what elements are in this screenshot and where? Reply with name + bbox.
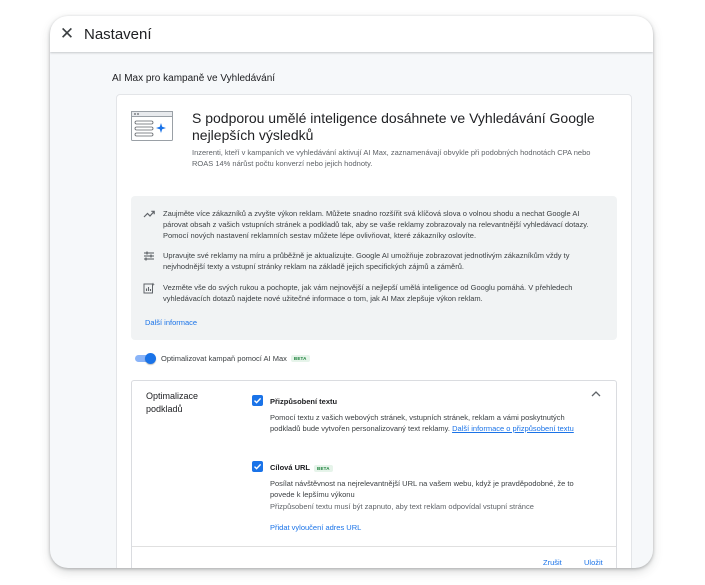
info-item-text: Vezměte vše do svých rukou a pochopte, j… xyxy=(163,283,573,303)
trending-up-icon xyxy=(143,210,155,218)
info-item-text: Upravujte své reklamy na míru a průběžně… xyxy=(163,251,570,271)
add-url-exclusion-link[interactable]: Přidat vyloučení adres URL xyxy=(270,523,361,532)
insights-icon xyxy=(143,282,155,294)
final-url-label: Cílová URL BETA xyxy=(270,463,333,472)
window-title: Nastavení xyxy=(84,25,152,43)
ai-max-toggle-row: Optimalizovat kampaň pomocí AI Max BETA xyxy=(135,351,310,365)
hero-title: S podporou umělé inteligence dosáhnete v… xyxy=(192,110,595,143)
text-customization-description: Pomocí textu z vašich webových stránek, … xyxy=(270,412,590,434)
final-url-checkbox[interactable] xyxy=(252,461,263,472)
final-url-note: Přizpůsobení textu musí být zapnuto, aby… xyxy=(270,502,534,511)
final-url-label-text: Cílová URL xyxy=(270,463,311,472)
ai-max-toggle[interactable] xyxy=(135,353,156,364)
chevron-up-icon[interactable] xyxy=(590,389,602,399)
beta-badge: BETA xyxy=(314,465,333,472)
close-icon[interactable]: ✕ xyxy=(50,16,84,52)
divider xyxy=(132,546,616,547)
info-item-text: Zaujměte více zákazníků a zvyšte výkon r… xyxy=(163,209,589,240)
beta-badge: BETA xyxy=(290,354,310,362)
save-button[interactable]: Uložit xyxy=(584,558,603,567)
asset-optimization-panel: Optimalizace podkladů Přizpůsobení textu… xyxy=(131,380,617,568)
ai-max-illustration-icon xyxy=(131,111,173,141)
ai-max-toggle-label: Optimalizovat kampaň pomocí AI Max xyxy=(161,353,287,363)
settings-window: ✕ Nastavení AI Max pro kampaně ve Vyhled… xyxy=(50,16,653,568)
ai-max-card: S podporou umělé inteligence dosáhnete v… xyxy=(116,94,632,568)
title-bar: ✕ Nastavení xyxy=(50,16,653,52)
text-customization-checkbox[interactable] xyxy=(252,395,263,406)
section-heading: AI Max pro kampaně ve Vyhledávání xyxy=(112,73,276,84)
tune-icon xyxy=(144,251,154,261)
asset-optimization-label: Optimalizace podkladů xyxy=(146,391,199,414)
info-box: Zaujměte více zákazníků a zvyšte výkon r… xyxy=(131,196,617,340)
final-url-description: Posílat návštěvnost na nejrelevantnější … xyxy=(270,479,574,499)
text-customization-learn-more-link[interactable]: Další informace o přizpůsobení textu xyxy=(452,424,574,433)
text-customization-label: Přizpůsobení textu xyxy=(270,397,338,406)
checkmark-icon xyxy=(254,397,262,404)
learn-more-link[interactable]: Další informace xyxy=(145,318,197,327)
hero-subtitle: Inzerenti, kteří v kampaních ve vyhledáv… xyxy=(192,148,591,168)
cancel-button[interactable]: Zrušit xyxy=(543,558,562,567)
toggle-thumb xyxy=(145,353,156,364)
checkmark-icon xyxy=(254,463,262,470)
